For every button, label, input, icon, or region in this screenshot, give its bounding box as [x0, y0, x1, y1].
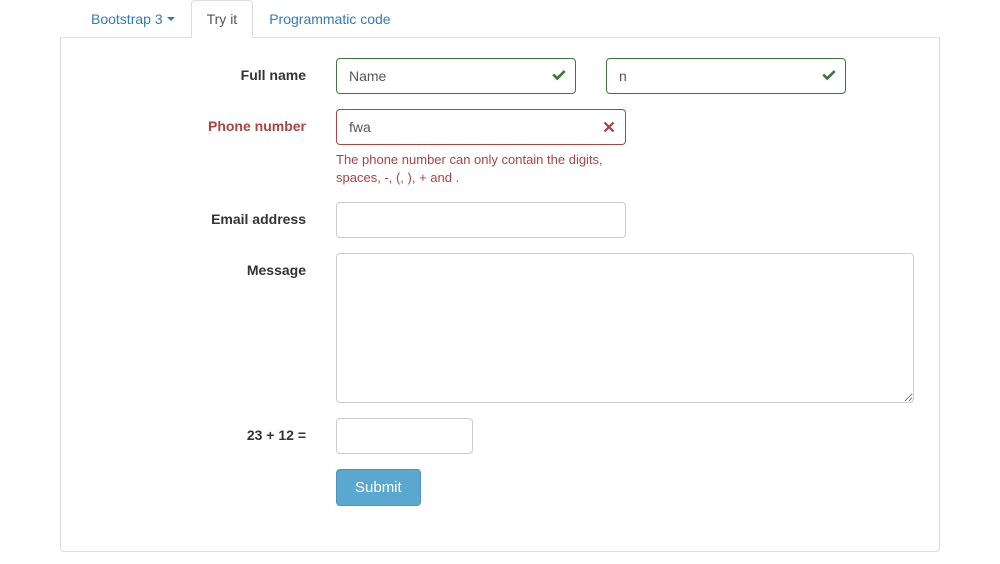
row-captcha: 23 + 12 =	[81, 418, 919, 454]
captcha-label: 23 + 12 =	[81, 418, 321, 454]
fullname-last-input[interactable]	[606, 58, 846, 94]
tab-programmatic[interactable]: Programmatic code	[253, 0, 406, 38]
row-submit: Submit	[81, 469, 919, 506]
submit-button[interactable]: Submit	[336, 469, 421, 506]
tab-bootstrap-label: Bootstrap 3	[91, 11, 163, 27]
email-input[interactable]	[336, 202, 626, 238]
row-phone: Phone number The phone number can only c…	[81, 109, 919, 187]
row-message: Message	[81, 253, 919, 403]
caret-down-icon	[167, 17, 175, 21]
fullname-label: Full name	[81, 58, 321, 94]
phone-input[interactable]	[336, 109, 626, 145]
phone-error-text: The phone number can only contain the di…	[336, 151, 626, 187]
captcha-input[interactable]	[336, 418, 473, 454]
email-wrap	[336, 202, 626, 238]
row-email: Email address	[81, 202, 919, 238]
fullname-first-input[interactable]	[336, 58, 576, 94]
tab-tryit[interactable]: Try it	[191, 0, 254, 38]
fullname-last-wrap	[606, 58, 846, 94]
phone-wrap	[336, 109, 626, 145]
email-label: Email address	[81, 202, 321, 238]
tab-bootstrap-dropdown[interactable]: Bootstrap 3	[75, 0, 191, 38]
form-panel: Full name	[60, 38, 940, 552]
fullname-first-wrap	[336, 58, 576, 94]
nav-tabs: Bootstrap 3 Try it Programmatic code	[60, 0, 940, 38]
message-textarea[interactable]	[336, 253, 914, 403]
tab-programmatic-label: Programmatic code	[269, 11, 390, 27]
tab-tryit-label: Try it	[207, 11, 238, 27]
row-fullname: Full name	[81, 58, 919, 94]
message-label: Message	[81, 253, 321, 403]
phone-label: Phone number	[81, 109, 321, 187]
